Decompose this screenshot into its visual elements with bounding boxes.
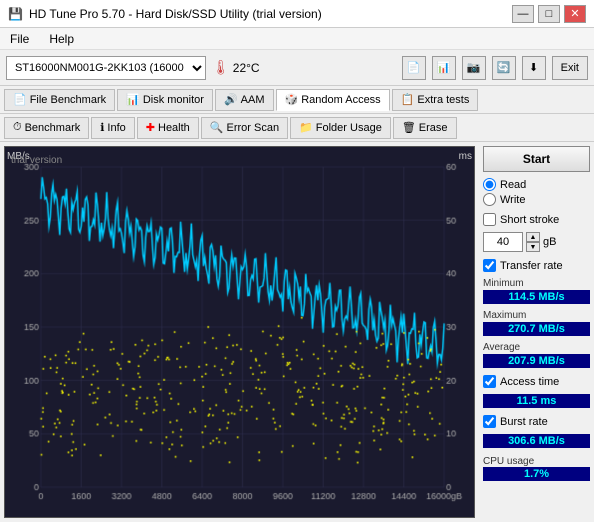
maximum-label: Maximum bbox=[483, 310, 590, 321]
transfer-rate-checkbox-label[interactable]: Transfer rate bbox=[483, 259, 590, 272]
average-label: Average bbox=[483, 342, 590, 353]
health-icon: ✚ bbox=[146, 121, 155, 134]
stroke-value-input[interactable] bbox=[483, 232, 523, 252]
stroke-spin-buttons: ▲ ▼ bbox=[526, 232, 540, 252]
burst-rate-stat: 306.6 MB/s bbox=[483, 434, 590, 448]
exit-button[interactable]: Exit bbox=[552, 56, 588, 80]
tab-erase[interactable]: 🗑 Erase bbox=[393, 117, 457, 139]
info-icon: ℹ bbox=[100, 121, 104, 134]
burst-rate-value: 306.6 MB/s bbox=[483, 434, 590, 448]
tab-random-access[interactable]: 🎲 Random Access bbox=[276, 89, 390, 111]
minimize-button[interactable]: — bbox=[512, 5, 534, 23]
cpu-value: 1.7% bbox=[483, 467, 590, 481]
write-radio-label[interactable]: Write bbox=[483, 193, 590, 206]
minimum-stat: Minimum 114.5 MB/s bbox=[483, 278, 590, 304]
average-value: 207.9 MB/s bbox=[483, 354, 590, 368]
drive-selector[interactable]: ST16000NM001G-2KK103 (16000 gB) bbox=[6, 56, 206, 80]
menu-help[interactable]: Help bbox=[45, 31, 78, 47]
close-button[interactable]: ✕ bbox=[564, 5, 586, 23]
tab-folder-usage[interactable]: 📁 Folder Usage bbox=[290, 117, 391, 139]
stroke-unit-label: gB bbox=[543, 236, 556, 248]
read-write-group: Read Write bbox=[483, 178, 590, 206]
tab-file-benchmark[interactable]: 📄 File Benchmark bbox=[4, 89, 115, 111]
title-bar: 💾 HD Tune Pro 5.70 - Hard Disk/SSD Utili… bbox=[0, 0, 594, 28]
menu-bar: File Help bbox=[0, 28, 594, 50]
toolbar: ST16000NM001G-2KK103 (16000 gB) 🌡 22°C 📄… bbox=[0, 50, 594, 86]
menu-file[interactable]: File bbox=[6, 31, 33, 47]
minimum-label: Minimum bbox=[483, 278, 590, 289]
access-time-checkbox[interactable] bbox=[483, 375, 496, 388]
burst-rate-checkbox-label[interactable]: Burst rate bbox=[483, 415, 590, 428]
thermometer-icon: 🌡 bbox=[212, 59, 230, 76]
toolbar-btn-4[interactable]: 🔄 bbox=[492, 56, 516, 80]
tab-error-scan[interactable]: 🔍 Error Scan bbox=[201, 117, 288, 139]
benchmark-icon: ⏱ bbox=[13, 121, 22, 134]
toolbar-btn-1[interactable]: 📄 bbox=[402, 56, 426, 80]
minimum-value: 114.5 MB/s bbox=[483, 290, 590, 304]
temperature-display: 22°C bbox=[233, 61, 260, 75]
erase-icon: 🗑 bbox=[402, 121, 416, 134]
toolbar-btn-3[interactable]: 📷 bbox=[462, 56, 486, 80]
title-text: HD Tune Pro 5.70 - Hard Disk/SSD Utility… bbox=[29, 7, 322, 21]
cpu-label: CPU usage bbox=[483, 456, 590, 467]
short-stroke-checkbox-label[interactable]: Short stroke bbox=[483, 213, 590, 226]
extra-tests-icon: 📋 bbox=[401, 93, 415, 106]
chart-y-label-right: ms bbox=[459, 151, 472, 162]
maximum-value: 270.7 MB/s bbox=[483, 322, 590, 336]
random-access-icon: 🎲 bbox=[285, 93, 299, 106]
cpu-usage-stat: CPU usage 1.7% bbox=[483, 454, 590, 481]
maximize-button[interactable]: □ bbox=[538, 5, 560, 23]
app-icon: 💾 bbox=[8, 7, 23, 21]
tab-disk-monitor[interactable]: 📊 Disk monitor bbox=[117, 89, 213, 111]
toolbar-btn-2[interactable]: 📊 bbox=[432, 56, 456, 80]
folder-usage-icon: 📁 bbox=[299, 121, 313, 134]
aam-icon: 🔊 bbox=[224, 93, 238, 106]
tab-benchmark[interactable]: ⏱ Benchmark bbox=[4, 117, 89, 139]
write-radio[interactable] bbox=[483, 193, 496, 206]
error-scan-icon: 🔍 bbox=[210, 121, 224, 134]
chart-canvas bbox=[5, 147, 474, 517]
average-stat: Average 207.9 MB/s bbox=[483, 342, 590, 368]
tab-aam[interactable]: 🔊 AAM bbox=[215, 89, 274, 111]
file-benchmark-icon: 📄 bbox=[13, 93, 27, 106]
main-content: MB/s ms trial version Start Read Write S… bbox=[0, 142, 594, 522]
nav-row-1: 📄 File Benchmark 📊 Disk monitor 🔊 AAM 🎲 … bbox=[0, 86, 594, 114]
transfer-rate-checkbox[interactable] bbox=[483, 259, 496, 272]
tab-extra-tests[interactable]: 📋 Extra tests bbox=[392, 89, 479, 111]
maximum-stat: Maximum 270.7 MB/s bbox=[483, 310, 590, 336]
tab-info[interactable]: ℹ Info bbox=[91, 117, 135, 139]
toolbar-btn-5[interactable]: ⬇ bbox=[522, 56, 546, 80]
start-button[interactable]: Start bbox=[483, 146, 590, 172]
stroke-up-button[interactable]: ▲ bbox=[526, 232, 540, 242]
chart-watermark: trial version bbox=[11, 155, 62, 166]
access-time-checkbox-label[interactable]: Access time bbox=[483, 375, 590, 388]
nav-row-2: ⏱ Benchmark ℹ Info ✚ Health 🔍 Error Scan… bbox=[0, 114, 594, 142]
burst-rate-checkbox[interactable] bbox=[483, 415, 496, 428]
stroke-spinner-row: ▲ ▼ gB bbox=[483, 232, 590, 252]
read-radio-label[interactable]: Read bbox=[483, 178, 590, 191]
tab-health[interactable]: ✚ Health bbox=[137, 117, 199, 139]
access-time-value: 11.5 ms bbox=[483, 394, 590, 408]
stroke-down-button[interactable]: ▼ bbox=[526, 242, 540, 252]
right-panel: Start Read Write Short stroke ▲ ▼ gB bbox=[479, 142, 594, 522]
access-time-stat: 11.5 ms bbox=[483, 394, 590, 408]
short-stroke-checkbox[interactable] bbox=[483, 213, 496, 226]
chart-area: MB/s ms trial version bbox=[4, 146, 475, 518]
read-radio[interactable] bbox=[483, 178, 496, 191]
disk-monitor-icon: 📊 bbox=[126, 93, 140, 106]
